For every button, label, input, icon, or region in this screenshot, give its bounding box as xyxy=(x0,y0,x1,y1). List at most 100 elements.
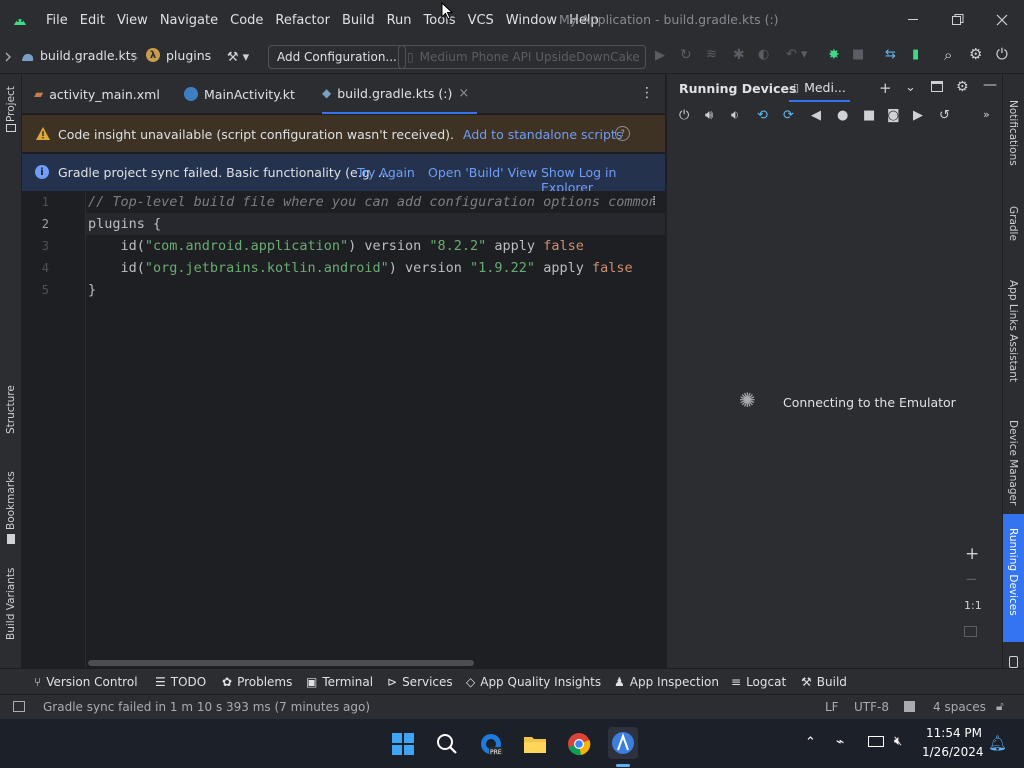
app-links-tool-button[interactable]: App Links Assistant xyxy=(1007,280,1019,382)
tab-build-gradle[interactable]: ◆ build.gradle.kts (:) × xyxy=(322,74,478,114)
rotate-right-icon[interactable]: ⟳ xyxy=(783,108,794,123)
try-again-link[interactable]: Try Again xyxy=(357,165,415,180)
add-to-standalone-link[interactable]: Add to standalone scripts xyxy=(463,127,622,142)
gear-icon[interactable]: ⚙ xyxy=(956,79,969,95)
snapshot-icon[interactable]: ↺ xyxy=(939,108,950,123)
search-icon[interactable]: ⌕ xyxy=(944,46,952,64)
clock-date[interactable]: 1/26/2024 xyxy=(922,745,984,759)
home-icon[interactable]: ● xyxy=(837,108,848,123)
menu-run[interactable]: Run xyxy=(381,13,418,28)
version-control-tool[interactable]: ⑂ Version Control xyxy=(34,675,138,689)
rotate-left-icon[interactable]: ⟲ xyxy=(757,108,768,123)
volume-up-icon[interactable]: 🔊︎ xyxy=(705,108,713,123)
app-inspection-tool[interactable]: ♟ App Inspection xyxy=(614,675,719,689)
menu-code[interactable]: Code xyxy=(224,13,269,28)
windows-start-icon[interactable] xyxy=(390,731,416,757)
reader-mode-icon[interactable]: ⁞ xyxy=(652,194,656,209)
power-icon[interactable]: ⏻ xyxy=(679,108,689,123)
device-selector[interactable]: ▯ Medium Phone API UpsideDownCake xyxy=(398,45,646,69)
back-icon[interactable]: ◀ xyxy=(811,108,821,123)
menu-view[interactable]: View xyxy=(111,13,154,28)
chevron-up-icon[interactable]: ⌃ xyxy=(805,735,816,750)
structure-tool-button[interactable]: Structure xyxy=(5,385,17,434)
window-layout-icon[interactable] xyxy=(931,81,943,92)
apply-changes-icon[interactable]: ↻ xyxy=(680,47,692,63)
more-actions-icon[interactable]: » xyxy=(983,108,990,121)
tab-activity-main[interactable]: ▰ activity_main.xml xyxy=(34,74,160,114)
stop-icon[interactable]: ■ xyxy=(852,47,864,62)
horizontal-scrollbar[interactable] xyxy=(88,660,474,666)
chrome-icon[interactable] xyxy=(566,731,592,757)
lock-icon[interactable]: 🔓︎ xyxy=(996,699,1004,714)
indent-setting[interactable]: 4 spaces xyxy=(933,700,986,714)
profile-icon[interactable]: ◐ xyxy=(758,47,769,62)
breadcrumb-section[interactable]: plugins xyxy=(166,48,211,63)
gear-icon[interactable]: ⚙ xyxy=(969,45,982,63)
speaker-muted-icon[interactable]: 🔇︎ xyxy=(894,734,902,749)
account-icon[interactable]: ⏻ xyxy=(996,45,1008,63)
sync-gradle-icon[interactable]: ⇆ xyxy=(885,47,896,62)
notifications-tool-button[interactable]: Notifications xyxy=(1007,100,1019,166)
help-icon[interactable]: ? xyxy=(615,126,630,141)
hammer-icon[interactable]: ⚒ ▾ xyxy=(224,48,252,66)
search-icon[interactable] xyxy=(434,731,460,757)
menu-build[interactable]: Build xyxy=(336,13,381,28)
menu-window[interactable]: Window xyxy=(500,13,563,28)
problems-tool[interactable]: ✿ Problems xyxy=(222,675,292,689)
menu-file[interactable]: File xyxy=(40,13,74,28)
tab-main-activity[interactable]: MainActivity.kt xyxy=(184,74,295,114)
status-message[interactable]: Gradle sync failed in 1 m 10 s 393 ms (7… xyxy=(43,700,370,714)
clock-time[interactable]: 11:54 PM xyxy=(926,726,982,740)
menu-navigate[interactable]: Navigate xyxy=(154,13,224,28)
logcat-tool[interactable]: ≡ Logcat xyxy=(731,675,786,689)
menu-vcs[interactable]: VCS xyxy=(462,13,500,28)
code-editor[interactable]: 1 2 3 4 5 // Top-level build file where … xyxy=(22,191,665,668)
more-tabs-icon[interactable]: ⋮ xyxy=(640,85,654,101)
hide-panel-icon[interactable]: — xyxy=(983,77,997,93)
zoom-in-icon[interactable]: + xyxy=(965,544,979,564)
menu-tools[interactable]: Tools xyxy=(418,13,462,28)
restore-button[interactable] xyxy=(936,0,980,40)
build-variants-tool-button[interactable]: Build Variants xyxy=(5,568,17,640)
chevron-down-icon[interactable]: ⌄ xyxy=(905,80,916,95)
file-explorer-icon[interactable] xyxy=(522,731,548,757)
chevron-right-icon[interactable] xyxy=(4,52,12,62)
open-build-view-link[interactable]: Open 'Build' View xyxy=(428,165,537,180)
android-studio-taskbar-icon[interactable] xyxy=(608,727,638,759)
volume-down-icon[interactable]: 🔉︎ xyxy=(731,108,739,123)
services-tool[interactable]: ⊳ Services xyxy=(387,675,453,689)
run-icon[interactable]: ▶ xyxy=(655,48,665,63)
device-tab[interactable]: ▯ Medi... xyxy=(789,74,850,102)
build-tool[interactable]: ⚒ Build xyxy=(801,675,847,689)
line-separator[interactable]: LF xyxy=(825,700,839,714)
screen-record-icon[interactable]: ▶ xyxy=(913,108,923,123)
menu-edit[interactable]: Edit xyxy=(74,13,111,28)
device-manager-tool-button[interactable]: Device Manager xyxy=(1007,420,1019,505)
zoom-fit-icon[interactable] xyxy=(964,626,977,637)
breadcrumb-file[interactable]: build.gradle.kts xyxy=(40,48,137,63)
read-only-icon[interactable] xyxy=(904,701,915,712)
zoom-actual-size[interactable]: 1:1 xyxy=(964,599,982,612)
toggle-tool-windows-icon[interactable] xyxy=(13,701,25,712)
debug-icon[interactable]: ✱ xyxy=(733,47,745,63)
notification-bell-icon[interactable]: 🔔︎ xyxy=(988,734,1007,752)
attach-debugger-icon[interactable]: ↶ ▾ xyxy=(786,47,808,62)
device-mirror-icon[interactable] xyxy=(1009,656,1018,668)
project-tool-button[interactable]: Project xyxy=(5,86,17,122)
todo-tool[interactable]: ☰ TODO xyxy=(155,675,206,689)
edge-beta-icon[interactable]: PRE xyxy=(478,731,504,757)
bookmarks-tool-button[interactable]: Bookmarks xyxy=(5,471,17,530)
attach-android-debugger-icon[interactable]: ✸ xyxy=(828,47,840,63)
gradle-tool-button[interactable]: Gradle xyxy=(1007,206,1019,241)
device-manager-icon[interactable]: ▮ xyxy=(912,47,919,62)
file-encoding[interactable]: UTF-8 xyxy=(854,700,889,714)
close-window-button[interactable] xyxy=(980,0,1024,40)
add-configuration-button[interactable]: Add Configuration... xyxy=(268,45,406,69)
minimize-button[interactable] xyxy=(892,0,936,40)
overview-icon[interactable]: ■ xyxy=(863,108,875,123)
network-icon[interactable]: ⌁ xyxy=(836,734,844,750)
menu-refactor[interactable]: Refactor xyxy=(269,13,336,28)
add-device-icon[interactable]: + xyxy=(879,79,892,97)
display-icon[interactable] xyxy=(868,736,884,747)
screenshot-icon[interactable]: ◙ xyxy=(887,108,900,123)
